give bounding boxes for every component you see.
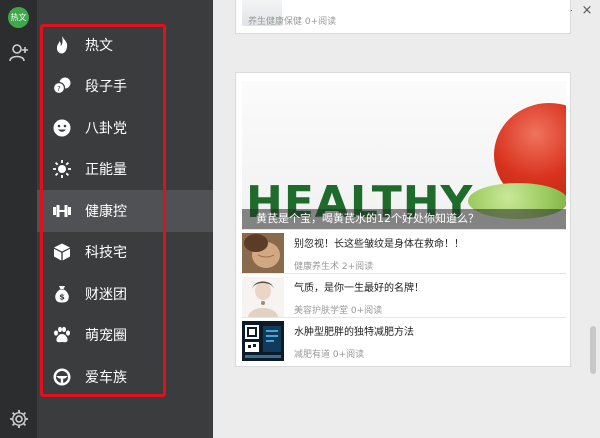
svg-text:$: $ (59, 292, 65, 301)
previous-article-card[interactable]: 养生健康保健 0+阅读 (235, 0, 571, 34)
steering-wheel-icon (53, 368, 71, 386)
icon-rail: 热文 (0, 0, 37, 438)
chat-bubbles-icon: ? (52, 77, 71, 95)
dumbbell-icon (53, 204, 71, 217)
sidebar-item-hot[interactable]: 热文 (37, 24, 213, 66)
sun-icon (53, 160, 71, 179)
sidebar-item-jokes[interactable]: ? 段子手 (37, 66, 213, 108)
news-title: 别忽视！长这些皱纹是身体在救命！！ (294, 239, 464, 250)
sidebar-item-label: 正能量 (85, 162, 127, 179)
svg-text:?: ? (57, 85, 61, 93)
sidebar-item-label: 八卦党 (85, 120, 127, 137)
flame-icon (56, 35, 68, 54)
category-list: 热文 ? 段子手 八卦党 正能量 健康控 科技宅 $ 财迷团 萌宠圈 爱车族 (37, 24, 213, 398)
smiley-icon (53, 119, 71, 137)
news-item[interactable]: 别忽视！长这些皱纹是身体在救命！！ 健康养生术 2+阅读 (242, 229, 566, 273)
sidebar-item-gossip[interactable]: 八卦党 (37, 107, 213, 149)
user-plus-icon[interactable] (9, 43, 29, 63)
news-title: 气质，是你一生最好的名牌！ (294, 283, 424, 294)
app-logo[interactable]: 热文 (8, 7, 29, 28)
sidebar-item-cars[interactable]: 爱车族 (37, 356, 213, 398)
news-meta: 健康养生术 2+阅读 (294, 262, 374, 272)
sidebar-item-finance[interactable]: $ 财迷团 (37, 273, 213, 315)
sidebar-item-label: 萌宠圈 (85, 328, 127, 345)
sidebar-item-label: 爱车族 (85, 369, 127, 386)
news-thumbnail-qr (242, 321, 284, 361)
sidebar-item-label: 健康控 (85, 203, 127, 220)
sidebar-item-positive[interactable]: 正能量 (37, 149, 213, 191)
hero-image[interactable]: HEALTHY 黄芪是个宝，喝黄芪水的12个好处你知道么？ (242, 81, 566, 229)
feature-article-card: HEALTHY 黄芪是个宝，喝黄芪水的12个好处你知道么？ 别忽视！长这些皱纹是… (235, 72, 571, 367)
sidebar-item-health[interactable]: 健康控 (37, 190, 213, 232)
news-thumbnail-portrait (242, 277, 284, 317)
hero-caption[interactable]: 黄芪是个宝，喝黄芪水的12个好处你知道么？ (242, 209, 566, 229)
sidebar-item-label: 热文 (85, 37, 113, 54)
news-item[interactable]: 气质，是你一生最好的名牌！ 美容护肤学堂 0+阅读 (242, 273, 566, 317)
category-sidebar: 热文 ? 段子手 八卦党 正能量 健康控 科技宅 $ 财迷团 萌宠圈 爱车族 (37, 0, 213, 438)
content-scrollbar[interactable] (590, 16, 596, 392)
scrollbar-thumb[interactable] (590, 326, 596, 374)
news-title: 水肿型肥胖的独特减肥方法 (294, 327, 414, 338)
news-thumbnail-face (242, 233, 284, 273)
news-meta: 美容护肤学堂 0+阅读 (294, 306, 383, 316)
article-meta: 养生健康保健 0+阅读 (248, 17, 337, 27)
news-meta: 减肥有道 0+阅读 (294, 350, 365, 360)
news-item[interactable]: 水肿型肥胖的独特减肥方法 减肥有道 0+阅读 (242, 317, 566, 361)
sidebar-item-label: 段子手 (85, 79, 127, 96)
sidebar-item-pets[interactable]: 萌宠圈 (37, 315, 213, 357)
money-bag-icon: $ (55, 285, 69, 303)
paw-icon (54, 327, 70, 343)
sidebar-item-label: 财迷团 (85, 286, 127, 303)
sidebar-item-tech[interactable]: 科技宅 (37, 232, 213, 274)
cube-icon (54, 243, 70, 261)
gear-icon[interactable] (9, 409, 29, 429)
sidebar-item-label: 科技宅 (85, 245, 127, 262)
